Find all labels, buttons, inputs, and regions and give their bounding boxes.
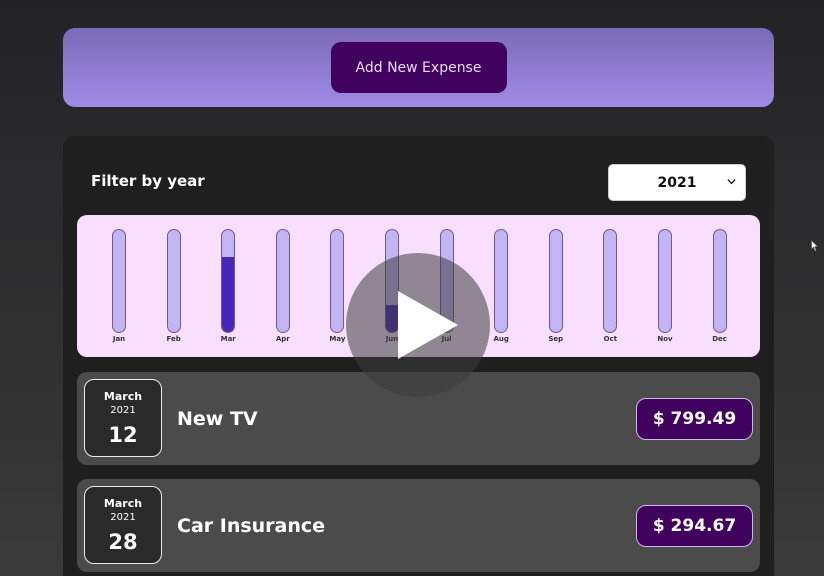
chart-bar-track — [166, 229, 181, 333]
chart-bar-track — [603, 229, 618, 333]
chart-bar-sep: Sep — [541, 229, 571, 349]
chart-bar-track — [712, 229, 727, 333]
expenses-filter: Filter by year 2021 — [91, 164, 746, 202]
chart-bar-track — [494, 229, 509, 333]
chart-bar-label: Dec — [712, 335, 727, 343]
chart-bar-track — [548, 229, 563, 333]
chart-bar-label: Feb — [166, 335, 181, 343]
chart-bar-fill — [222, 257, 235, 332]
new-expense-panel: Add New Expense — [63, 28, 774, 107]
chart-bar-aug: Aug — [486, 229, 516, 349]
play-icon — [398, 291, 458, 359]
chart-bar-feb: Feb — [159, 229, 189, 349]
expense-date: March 2021 28 — [84, 486, 162, 564]
expense-date-day: 12 — [108, 423, 138, 447]
chart-bar-label: Nov — [657, 335, 673, 343]
filter-label: Filter by year — [91, 172, 205, 190]
chart-bar-label: Oct — [603, 335, 618, 343]
chart-bar-mar: Mar — [213, 229, 243, 349]
expense-title: Car Insurance — [177, 515, 326, 537]
expense-date-year: 2021 — [110, 512, 136, 523]
chart-bar-apr: Apr — [268, 229, 298, 349]
chart-bar-label: Sep — [548, 335, 564, 343]
chart-bar-track — [221, 229, 236, 333]
expense-date: March 2021 12 — [84, 379, 162, 457]
chart-bar-oct: Oct — [595, 229, 625, 349]
add-new-expense-button[interactable]: Add New Expense — [330, 42, 507, 93]
year-select-value: 2021 — [657, 174, 697, 191]
expense-date-year: 2021 — [110, 405, 136, 416]
chart-bar-label: Mar — [220, 335, 236, 343]
expense-date-day: 28 — [108, 530, 138, 554]
mouse-cursor-icon — [811, 240, 819, 252]
expense-title: New TV — [177, 408, 258, 430]
chart-bar-track — [112, 229, 126, 333]
year-select[interactable]: 2021 — [608, 164, 746, 201]
video-play-button[interactable] — [346, 253, 490, 397]
chart-bar-dec: Dec — [705, 229, 735, 349]
expense-amount: $ 799.49 — [636, 398, 753, 440]
chart-bar-track — [275, 229, 290, 333]
chart-bar-jan: Jan — [104, 229, 134, 349]
expense-amount: $ 294.67 — [636, 505, 753, 547]
expense-item: March 2021 28 Car Insurance $ 294.67 — [77, 479, 760, 572]
chart-bar-track — [658, 229, 672, 333]
chart-bar-label: Jan — [112, 335, 126, 343]
expense-date-month: March — [103, 390, 143, 403]
chevron-down-icon — [727, 179, 736, 185]
chart-bar-nov: Nov — [650, 229, 680, 349]
expense-date-month: March — [103, 497, 143, 510]
chart-bar-track — [330, 229, 345, 333]
chart-bar-label: Apr — [275, 335, 290, 343]
